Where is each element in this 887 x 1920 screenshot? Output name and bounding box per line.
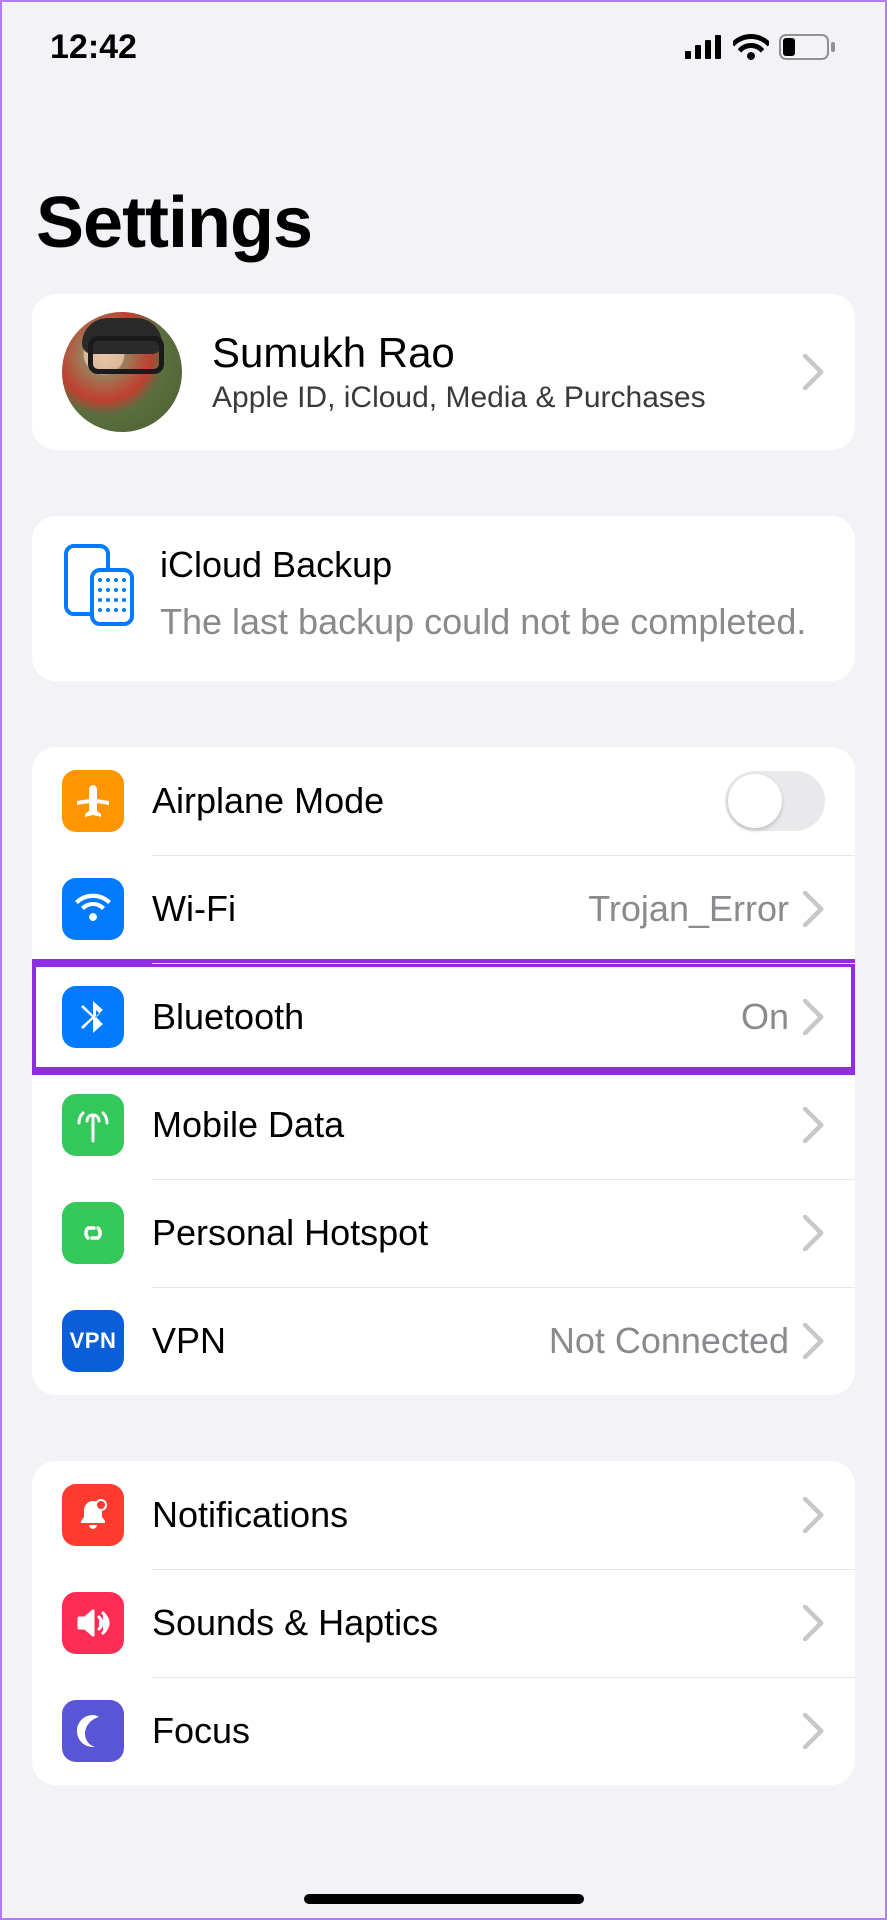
chevron-right-icon (803, 1323, 825, 1359)
profile-group: Sumukh Rao Apple ID, iCloud, Media & Pur… (32, 294, 855, 450)
mobile-data-label: Mobile Data (152, 1104, 803, 1146)
status-bar: 12:42 (2, 2, 885, 92)
wifi-label: Wi-Fi (152, 888, 588, 930)
chevron-right-icon (803, 1713, 825, 1749)
backup-message: The last backup could not be completed. (160, 598, 806, 647)
avatar (62, 312, 182, 432)
bell-icon (62, 1484, 124, 1546)
chevron-right-icon (803, 999, 825, 1035)
antenna-icon (62, 1094, 124, 1156)
cellular-icon (685, 35, 723, 59)
bluetooth-row[interactable]: Bluetooth On (32, 963, 855, 1071)
airplane-mode-toggle[interactable] (725, 771, 825, 831)
personal-hotspot-label: Personal Hotspot (152, 1212, 803, 1254)
home-indicator[interactable] (304, 1894, 584, 1904)
battery-icon (779, 34, 837, 60)
chevron-right-icon (803, 1107, 825, 1143)
chevron-right-icon (803, 1605, 825, 1641)
wifi-row[interactable]: Wi-Fi Trojan_Error (32, 855, 855, 963)
backup-title: iCloud Backup (160, 544, 806, 586)
page-title: Settings (2, 92, 885, 294)
connectivity-group: Airplane Mode Wi-Fi Trojan_Error Bluetoo… (32, 747, 855, 1395)
notifications-label: Notifications (152, 1494, 803, 1536)
chevron-right-icon (803, 354, 825, 390)
airplane-mode-label: Airplane Mode (152, 780, 725, 822)
vpn-row[interactable]: VPN VPN Not Connected (32, 1287, 855, 1395)
mobile-data-row[interactable]: Mobile Data (32, 1071, 855, 1179)
backup-text: iCloud Backup The last backup could not … (160, 544, 806, 647)
bluetooth-value: On (741, 996, 789, 1038)
status-time: 12:42 (50, 28, 137, 67)
wifi-value: Trojan_Error (588, 888, 789, 930)
moon-icon (62, 1700, 124, 1762)
airplane-icon (62, 770, 124, 832)
focus-label: Focus (152, 1710, 803, 1752)
apple-id-row[interactable]: Sumukh Rao Apple ID, iCloud, Media & Pur… (32, 294, 855, 450)
chevron-right-icon (803, 1497, 825, 1533)
speaker-icon (62, 1592, 124, 1654)
sounds-haptics-label: Sounds & Haptics (152, 1602, 803, 1644)
backup-group: iCloud Backup The last backup could not … (32, 516, 855, 681)
wifi-icon (62, 878, 124, 940)
link-icon (62, 1202, 124, 1264)
profile-subtitle: Apple ID, iCloud, Media & Purchases (212, 381, 803, 415)
devices-icon (62, 544, 136, 628)
notifications-group: Notifications Sounds & Haptics Focus (32, 1461, 855, 1785)
bluetooth-label: Bluetooth (152, 996, 741, 1038)
chevron-right-icon (803, 891, 825, 927)
notifications-row[interactable]: Notifications (32, 1461, 855, 1569)
vpn-icon: VPN (62, 1310, 124, 1372)
status-indicators (685, 34, 837, 60)
focus-row[interactable]: Focus (32, 1677, 855, 1785)
airplane-mode-row[interactable]: Airplane Mode (32, 747, 855, 855)
bluetooth-icon (62, 986, 124, 1048)
wifi-status-icon (733, 34, 769, 60)
sounds-haptics-row[interactable]: Sounds & Haptics (32, 1569, 855, 1677)
profile-name: Sumukh Rao (212, 329, 803, 377)
profile-text: Sumukh Rao Apple ID, iCloud, Media & Pur… (212, 329, 803, 415)
personal-hotspot-row[interactable]: Personal Hotspot (32, 1179, 855, 1287)
icloud-backup-row[interactable]: iCloud Backup The last backup could not … (32, 516, 855, 681)
vpn-value: Not Connected (549, 1320, 789, 1362)
vpn-label: VPN (152, 1320, 549, 1362)
chevron-right-icon (803, 1215, 825, 1251)
